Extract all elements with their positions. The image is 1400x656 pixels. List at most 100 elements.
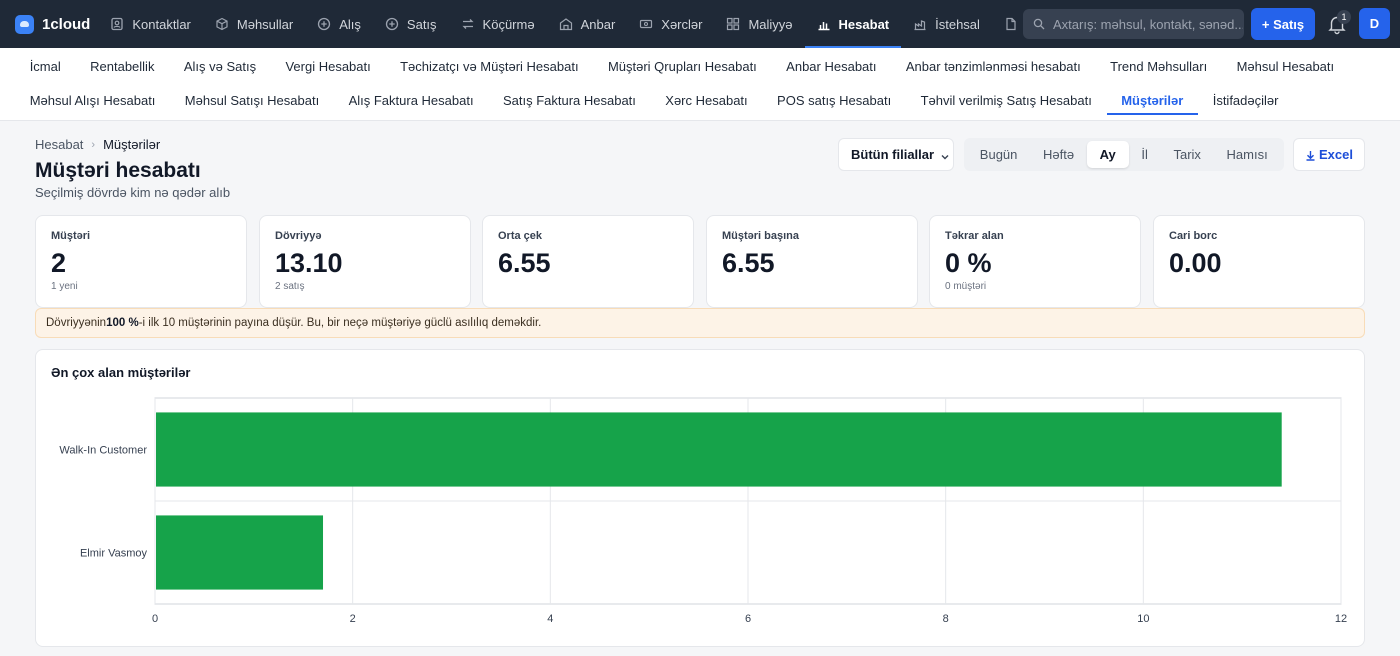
period-button-hamısı[interactable]: Hamısı [1214, 141, 1281, 168]
kpi-label: Müştəri başına [722, 230, 800, 242]
subnav-tab-i-stifadəçilər[interactable]: İstifadəçilər [1198, 82, 1293, 118]
brand-name: 1cloud [42, 15, 91, 33]
kpi-card-repeat-buyers: Təkrar alan 0 % 0 müştəri [929, 215, 1141, 308]
subnav-tab-vergi-hesabatı[interactable]: Vergi Hesabatı [271, 48, 386, 84]
nav-item-label: Məhsullar [236, 16, 294, 32]
subnav-tab-anbar-tənzimlənməsi-hesabatı[interactable]: Anbar tənzimlənməsi hesabatı [891, 48, 1095, 84]
subnav-tab-satış-faktura-hesabatı[interactable]: Satış Faktura Hesabatı [488, 82, 650, 118]
subnav-tab-trend-məhsulları[interactable]: Trend Məhsulları [1095, 48, 1221, 84]
nav-item-maliyye[interactable]: Maliyyə [714, 0, 804, 48]
notification-badge: 1 [1337, 10, 1351, 24]
page-subtitle: Seçilmiş dövrdə kim nə qədər alıb [35, 185, 231, 200]
nav-item-label: Köçürmə [482, 16, 535, 32]
breadcrumb: Hesabat › Müştərilər [35, 137, 160, 152]
nav-item-label: Hesabat [838, 16, 890, 32]
kpi-subtext: 1 yeni [51, 281, 78, 292]
kpi-value: 0 % [945, 248, 992, 278]
notice-prefix: Dövriyyənin [46, 317, 107, 329]
nav-item-label: Anbar [580, 16, 616, 32]
notice-suffix: -i ilk 10 müştərinin payına düşür. Bu, b… [138, 317, 542, 329]
plus-circle-icon [317, 17, 331, 31]
new-sale-button[interactable]: + Satış [1251, 8, 1315, 40]
subnav-tab-müştəri-qrupları-hesabatı[interactable]: Müştəri Qrupları Hesabatı [593, 48, 771, 84]
nav-item-label: Xərclər [661, 16, 703, 32]
factory-icon [913, 17, 927, 31]
kpi-label: Müştəri [51, 230, 91, 242]
contacts-icon [110, 17, 124, 31]
chart-bar [156, 412, 1282, 487]
nav-item-alis[interactable]: Alış [305, 0, 373, 48]
kpi-card-customers: Müştəri 2 1 yeni [35, 215, 247, 308]
notice-highlight: 100 % [106, 317, 139, 329]
chart-x-tick-label: 2 [350, 613, 356, 625]
nav-item-satis[interactable]: Satış [373, 0, 449, 48]
kpi-card-average-check: Orta çek 6.55 [482, 215, 694, 308]
period-button-bugün[interactable]: Bugün [967, 141, 1030, 168]
kpi-card-current-debt: Cari borc 0.00 [1153, 215, 1365, 308]
report-tabs-row-2: Məhsul Alışı Hesabatı Məhsul Satışı Hesab… [15, 82, 1293, 118]
kpi-label: Dövriyyə [275, 230, 322, 242]
nav-item-label: Kontaktlar [132, 16, 191, 32]
nav-item-xercler[interactable]: Xərclər [627, 0, 714, 48]
bar-chart-icon [817, 17, 831, 31]
subnav-tab-alış-faktura-hesabatı[interactable]: Alış Faktura Hesabatı [334, 82, 488, 118]
kpi-value: 0.00 [1169, 248, 1222, 278]
user-avatar[interactable]: D [1359, 8, 1390, 39]
subnav-tab-xərc-hesabatı[interactable]: Xərc Hesabatı [651, 82, 763, 118]
kpi-subtext: 0 müştəri [945, 281, 987, 292]
export-excel-label: Excel [1319, 147, 1353, 162]
period-button-i-l[interactable]: İl [1129, 141, 1161, 168]
period-button-tarix[interactable]: Tarix [1161, 141, 1214, 168]
branch-select[interactable]: Bütün filiallar [838, 138, 954, 171]
subnav-tab-pos-satış-hesabatı[interactable]: POS satış Hesabatı [762, 82, 906, 118]
minus-circle-icon [385, 17, 399, 31]
nav-item-istehsal[interactable]: İstehsal [901, 0, 992, 48]
period-button-həftə[interactable]: Həftə [1030, 141, 1087, 168]
kpi-label: Orta çek [498, 230, 543, 242]
subnav-tab-məhsul-alışı-hesabatı[interactable]: Məhsul Alışı Hesabatı [15, 82, 170, 118]
nav-item-label: İstehsal [935, 16, 980, 32]
chevron-down-icon [940, 150, 950, 160]
nav-item-kocurme[interactable]: Köçürmə [449, 0, 547, 48]
chart-x-tick-label: 4 [547, 613, 553, 625]
chart-x-tick-label: 10 [1137, 613, 1149, 625]
chart-y-category-label: Elmir Vasmoy [80, 548, 148, 560]
box-icon [215, 17, 229, 31]
nav-item-mehsullar[interactable]: Məhsullar [203, 0, 305, 48]
subnav-tab-alış-və-satış[interactable]: Alış və Satış [169, 48, 271, 84]
concentration-notice: Dövriyyənin 100 % -i ilk 10 müştərinin pa… [35, 308, 1365, 338]
warehouse-icon [559, 17, 573, 31]
page-title: Müştəri hesabatı [35, 159, 201, 182]
cloud-logo-icon [15, 14, 34, 34]
nav-item-label: Maliyyə [748, 16, 793, 32]
nav-item-anbar[interactable]: Anbar [547, 0, 628, 48]
top-customers-bar-chart: 0 2 4 6 8 10 12 Walk-In Customer Elmir Vasmoy [59, 397, 1347, 625]
nav-item-hesabat[interactable]: Hesabat [804, 0, 902, 48]
subnav-tab-i-cmal[interactable]: İcmal [15, 48, 75, 84]
subnav-tab-təhvil-verilmiş-satış-hesabatı[interactable]: Təhvil verilmiş Satış Hesabatı [906, 82, 1107, 118]
subnav-tab-məhsul-satışı-hesabatı[interactable]: Məhsul Satışı Hesabatı [170, 82, 334, 118]
period-button-ay[interactable]: Ay [1086, 141, 1129, 168]
document-icon[interactable] [1004, 17, 1018, 31]
subnav-tab-təchizatçı-və-müştəri-hesabatı[interactable]: Təchizatçı və Müştəri Hesabatı [385, 48, 593, 84]
breadcrumb-item-hesabat[interactable]: Hesabat [35, 137, 83, 152]
chart-x-tick-label: 0 [152, 613, 158, 625]
subnav-tab-məhsul-hesabatı[interactable]: Məhsul Hesabatı [1222, 48, 1349, 84]
chart-x-tick-label: 6 [745, 613, 751, 625]
kpi-label: Təkrar alan [945, 230, 1004, 242]
search-input[interactable] [1053, 16, 1243, 32]
global-search[interactable] [1023, 9, 1244, 39]
subnav-tab-müştərilər[interactable]: Müştərilər [1106, 82, 1199, 118]
brand[interactable]: 1cloud [15, 14, 91, 34]
kpi-subtext: 2 satış [275, 281, 305, 292]
nav-item-kontaktlar[interactable]: Kontaktlar [98, 0, 203, 48]
export-excel-button[interactable]: Excel [1293, 138, 1365, 171]
kpi-value: 6.55 [498, 248, 551, 278]
top-navbar: 1cloud Kontaktlar Məhsullar Alış Satış K… [0, 0, 1400, 48]
chart-x-tick-label: 8 [943, 613, 949, 625]
report-tabs-row-1: İcmal Rentabellik Alış və Satış Vergi Hesab… [15, 48, 1349, 84]
subnav-tab-anbar-hesabatı[interactable]: Anbar Hesabatı [771, 48, 891, 84]
kpi-value: 6.55 [722, 248, 775, 278]
subnav-tab-rentabellik[interactable]: Rentabellik [75, 48, 169, 84]
chart-y-category-label: Walk-In Customer [59, 445, 147, 457]
